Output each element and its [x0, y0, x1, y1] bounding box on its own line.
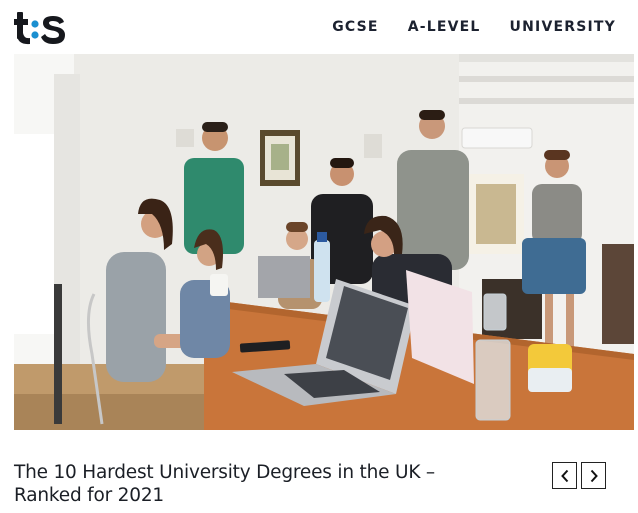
- chevron-right-icon: [590, 469, 598, 482]
- chevron-left-icon: [560, 469, 568, 482]
- carousel-controls: [552, 462, 606, 489]
- main-nav: GCSE A-LEVEL UNIVERSITY: [332, 18, 616, 36]
- nav-item-gcse[interactable]: GCSE: [332, 18, 378, 36]
- hero-image[interactable]: [14, 54, 634, 430]
- ts-logo[interactable]: [14, 8, 70, 46]
- prev-button[interactable]: [552, 462, 577, 489]
- nav-item-university[interactable]: UNIVERSITY: [510, 18, 616, 36]
- site-header: GCSE A-LEVEL UNIVERSITY: [0, 0, 638, 54]
- nav-item-a-level[interactable]: A-LEVEL: [408, 18, 481, 36]
- article-title[interactable]: The 10 Hardest University Degrees in the…: [14, 461, 484, 507]
- next-button[interactable]: [581, 462, 606, 489]
